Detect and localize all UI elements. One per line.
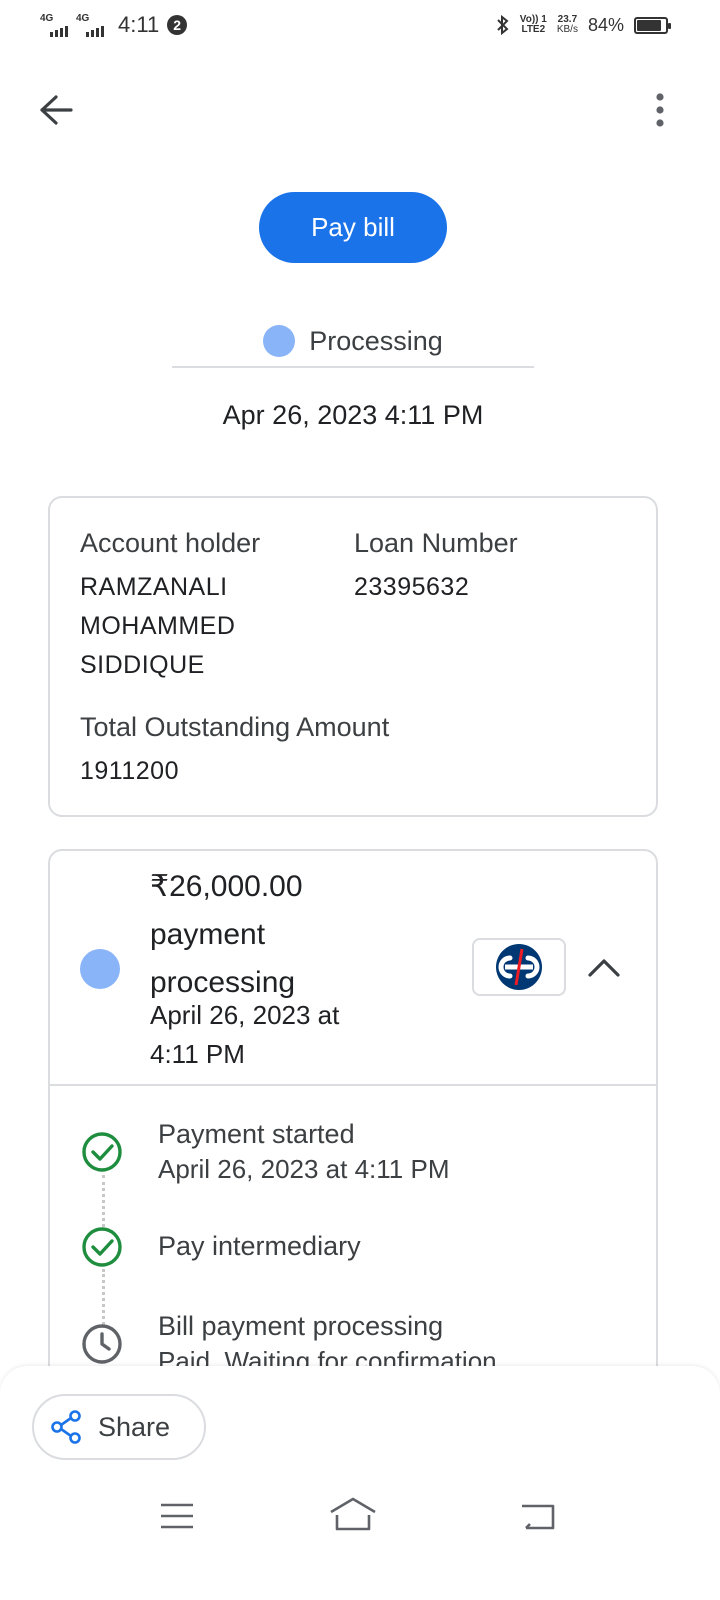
share-label: Share xyxy=(98,1411,171,1442)
payment-status-line1: payment xyxy=(150,918,266,951)
processing-status-dot xyxy=(263,325,296,357)
account-holder-value: RAMZANALI MOHAMMED SIDDIQUE xyxy=(80,568,235,685)
loan-number-label: Loan Number xyxy=(354,528,518,558)
kotak-bank-logo xyxy=(472,938,566,996)
status-right: Vo)) 1 LTE2 23.7 KB/s 84% xyxy=(496,14,671,36)
bank-logo-icon xyxy=(496,944,542,990)
transaction-status: Processing xyxy=(172,316,534,368)
timeline-connector xyxy=(102,1175,105,1227)
notification-count-badge: 2 xyxy=(167,15,188,35)
share-icon xyxy=(51,1410,81,1444)
payment-date-line1: April 26, 2023 at xyxy=(150,1000,340,1030)
sim2-network-label: 4G xyxy=(76,13,90,24)
account-holder-line3: SIDDIQUE xyxy=(80,651,205,679)
menu-icon xyxy=(161,1503,193,1529)
volte-line2: LTE2 xyxy=(521,24,546,35)
battery-icon xyxy=(634,16,671,34)
step-title: Pay intermediary xyxy=(158,1231,361,1261)
signal-sim1-icon: 4G xyxy=(40,13,68,37)
net-speed-unit: KB/s xyxy=(556,24,578,35)
status-left: 4G 4G 4:11 2 xyxy=(40,12,188,38)
account-holder-line1: RAMZANALI xyxy=(80,573,228,601)
more-options-button[interactable] xyxy=(640,88,680,132)
payment-date: April 26, 2023 at 4:11 PM xyxy=(150,996,380,1074)
sim1-network-label: 4G xyxy=(40,13,54,24)
share-button[interactable]: Share xyxy=(32,1394,206,1460)
transaction-date: Apr 26, 2023 4:11 PM xyxy=(222,400,484,430)
nav-menu-button[interactable] xyxy=(160,1502,194,1535)
payment-date-line2: 4:11 PM xyxy=(150,1039,245,1069)
outstanding-amount-value: 1911200 xyxy=(80,757,179,785)
check-circle-icon xyxy=(82,1227,122,1267)
network-speed: 23.7 KB/s xyxy=(557,15,578,35)
more-vert-icon xyxy=(656,93,664,127)
battery-percent: 84% xyxy=(587,14,624,35)
nav-home-button[interactable] xyxy=(329,1496,377,1537)
step-title: Payment started xyxy=(158,1119,355,1149)
card-divider xyxy=(50,1084,656,1086)
clock-icon xyxy=(82,1324,122,1364)
account-holder-label: Account holder xyxy=(80,528,261,558)
payment-amount: ₹26,000.00 payment processing xyxy=(150,863,380,1007)
collapse-button[interactable] xyxy=(582,947,626,987)
loan-number-value: 23395632 xyxy=(354,573,470,601)
payment-status-dot xyxy=(80,949,120,989)
back-button[interactable] xyxy=(36,90,76,130)
account-details-card: Account holder RAMZANALI MOHAMMED SIDDIQ… xyxy=(48,496,658,817)
payment-amount-value: ₹26,000.00 xyxy=(150,870,303,903)
bluetooth-icon xyxy=(497,14,509,36)
outstanding-amount-label: Total Outstanding Amount xyxy=(80,712,390,742)
check-circle-icon xyxy=(82,1132,122,1172)
account-holder-line2: MOHAMMED xyxy=(80,612,236,640)
home-icon xyxy=(330,1497,376,1531)
signal-sim2-icon: 4G xyxy=(76,13,104,37)
pay-bill-button[interactable]: Pay bill xyxy=(259,192,447,263)
battery-fill xyxy=(637,19,661,31)
status-label: Processing xyxy=(309,325,443,356)
back-icon xyxy=(522,1504,555,1530)
arrow-back-icon xyxy=(40,95,73,125)
nav-back-button[interactable] xyxy=(520,1502,556,1537)
timeline-connector xyxy=(102,1269,105,1325)
chevron-up-icon xyxy=(588,959,620,977)
volte-indicator: Vo)) 1 LTE2 xyxy=(520,15,547,35)
clock: 4:11 xyxy=(118,12,160,37)
bottom-action-sheet: Share xyxy=(0,1366,720,1600)
status-bar: 4G 4G 4:11 2 Vo)) 1 LTE2 23.7 KB/s 84% xyxy=(0,0,720,56)
step-subtitle: April 26, 2023 at 4:11 PM xyxy=(158,1154,450,1184)
step-title: Bill payment processing xyxy=(158,1311,444,1341)
